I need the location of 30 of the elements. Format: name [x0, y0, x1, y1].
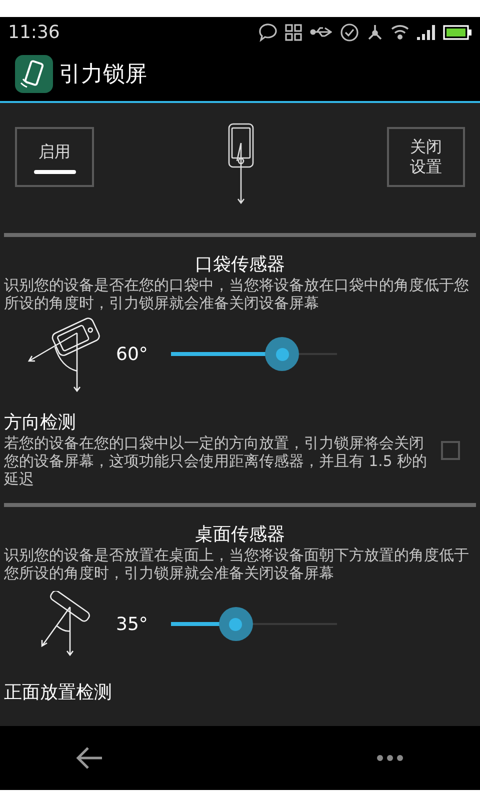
slider-thumb[interactable] — [218, 607, 253, 641]
app-title: 引力锁屏 — [59, 60, 147, 88]
section-description: 识别您的设备是否在您的口袋中，当您将设备放在口袋中的角度低于您所设的角度时，引力锁屏就会准备关闭设备屏幕 — [3, 277, 470, 313]
angle-value: 35° — [116, 612, 149, 636]
tilted-phone-angle-icon — [27, 315, 103, 393]
usb-icon — [310, 26, 332, 38]
section-title: 口袋传感器 — [194, 253, 286, 277]
back-icon[interactable] — [76, 746, 104, 770]
option-title: 方向检测 — [3, 411, 77, 435]
checkbox[interactable] — [441, 440, 460, 460]
check-circle-icon — [340, 22, 359, 42]
share-icon — [367, 24, 383, 40]
wifi-icon — [391, 24, 409, 40]
tilted-phone-angle-icon — [40, 591, 90, 657]
chat-bubble-icon — [258, 22, 277, 42]
more-icon[interactable] — [376, 754, 404, 762]
status-time: 11:36 — [8, 20, 60, 44]
enable-button[interactable]: 启用 — [15, 127, 94, 187]
close-settings-button[interactable]: 关闭设置 — [387, 127, 465, 187]
signal-icon — [417, 24, 435, 40]
option-title: 正面放置检测 — [3, 681, 113, 705]
battery-icon — [443, 24, 472, 40]
grid-icon — [285, 24, 302, 40]
section-description: 识别您的设备是否放置在桌面上，当您将设备面朝下方放置的角度低于您所设的角度时，引力锁屏就会准备关闭设备屏幕 — [3, 547, 470, 583]
section-title: 桌面传感器 — [194, 523, 286, 547]
app-icon — [15, 55, 53, 93]
option-description: 若您的设备在您的口袋中以一定的方向放置，引力锁屏将会关闭您的设备屏幕，这项功能只会使用距离传感器，并且有 1.5 秒的延迟 — [3, 435, 428, 489]
slider-thumb[interactable] — [265, 337, 300, 371]
angle-value: 60° — [116, 342, 149, 366]
phone-drop-icon — [226, 123, 254, 205]
